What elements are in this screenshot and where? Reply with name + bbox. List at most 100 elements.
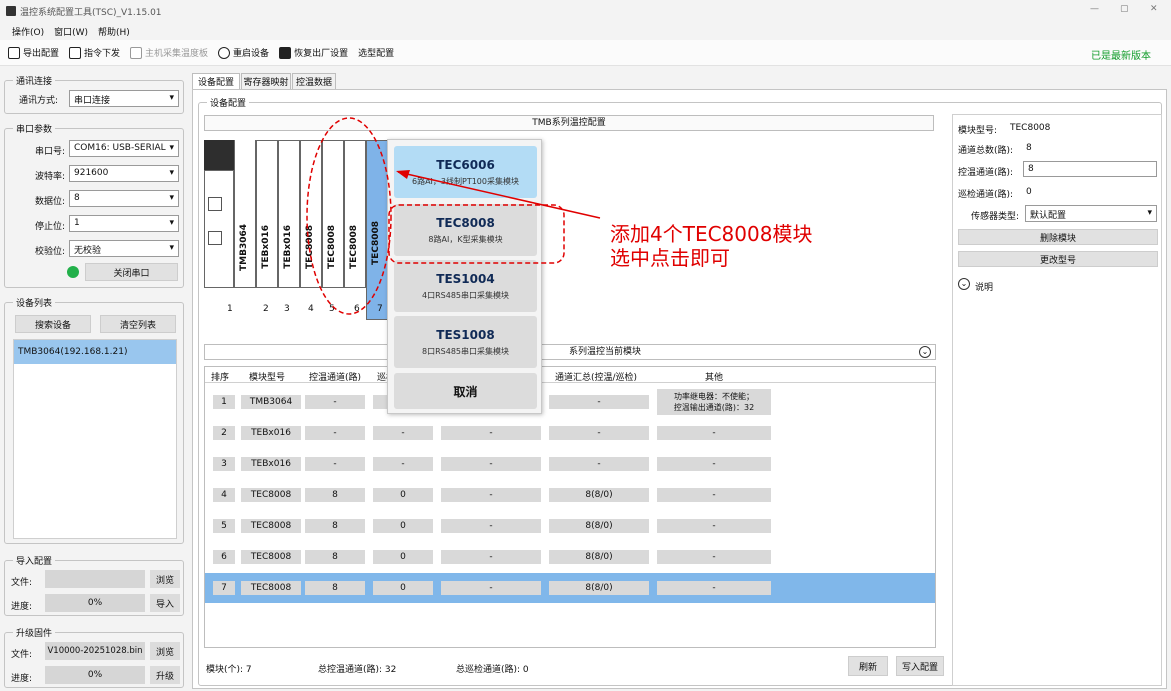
table-cell-other: -	[657, 519, 771, 533]
collapse-icon[interactable]: ⌄	[919, 346, 931, 358]
popup-option-tes1004[interactable]: TES1004 4口RS485串口采集模块	[394, 260, 537, 312]
close-port-button[interactable]: 关闭串口	[85, 263, 178, 281]
table-cell-insp: -	[373, 457, 433, 471]
module-2[interactable]: TEBx016	[256, 140, 278, 288]
upgrade-group-title: 升级固件	[13, 626, 56, 639]
tab-register-map[interactable]: 寄存器映射	[241, 73, 291, 89]
close-button[interactable]: ✕	[1150, 4, 1158, 14]
annotation-line2: 选中点击即可	[610, 246, 730, 270]
table-row[interactable]: 3 TEBx016- - - - -	[205, 449, 935, 479]
refresh-button[interactable]: 刷新	[848, 656, 888, 676]
model-label: 模块型号:	[958, 126, 998, 136]
module-2-name: TEBx016	[261, 225, 271, 269]
tab-temp-data[interactable]: 控温数据	[292, 73, 336, 89]
baud-select[interactable]: 921600	[69, 165, 179, 182]
command-send-button[interactable]: 指令下发	[69, 46, 120, 59]
menu-help[interactable]: 帮助(H)	[98, 25, 130, 38]
table-cell-model: TMB3064	[241, 395, 301, 409]
table-row[interactable]: 6 TEC8008 8 0-8(8/0) -	[205, 542, 935, 572]
parity-select[interactable]: 无校验	[69, 240, 179, 257]
delete-module-button[interactable]: 删除模块	[958, 229, 1158, 245]
connection-status-indicator	[67, 266, 79, 278]
expand-icon[interactable]: ⌄	[958, 278, 970, 290]
stopbits-select[interactable]: 1	[69, 215, 179, 232]
table-cell-sum: 8(8/0)	[549, 550, 649, 564]
insp-label: 巡检通道(路):	[958, 190, 1014, 200]
reset-icon	[279, 46, 292, 59]
current-modules-bar[interactable]: 系列温控当前模块 ⌄	[204, 344, 936, 360]
upgrade-browse-button[interactable]: 浏览	[150, 642, 180, 660]
comm-mode-select[interactable]: 串口连接	[69, 90, 179, 107]
table-cell-n: 7	[213, 581, 235, 595]
table-row[interactable]: 5 TEC8008 8 0-8(8/0) -	[205, 511, 935, 541]
module-5[interactable]: TEC8008	[322, 140, 344, 288]
tab-device-config[interactable]: 设备配置	[192, 73, 240, 89]
module-4[interactable]: TEC8008	[300, 140, 322, 288]
restart-device-button[interactable]: 重启设备	[218, 46, 269, 59]
table-cell-ctrl: -	[305, 426, 365, 440]
popup-option-tec6006[interactable]: TEC6006 6路AI，3线制PT100采集模块	[394, 146, 537, 198]
module-4-name: TEC8008	[305, 225, 315, 269]
insp-value: 0	[1026, 187, 1032, 197]
total-label: 通道总数(路):	[958, 146, 1014, 156]
import-file-field[interactable]	[45, 570, 145, 588]
export-icon	[8, 46, 20, 59]
upgrade-file-field[interactable]: V10000-20251028.bin	[45, 642, 145, 660]
popup-cancel-button[interactable]: 取消	[394, 373, 537, 409]
table-cell-n: 6	[213, 550, 235, 564]
table-row[interactable]: 7 TEC8008 8 0-8(8/0) -	[205, 573, 935, 603]
module-number: 1	[227, 304, 233, 314]
import-browse-button[interactable]: 浏览	[150, 570, 180, 588]
factory-reset-button[interactable]: 恢复出厂设置	[279, 46, 348, 59]
table-cell-sum: 8(8/0)	[549, 519, 649, 533]
module-3-name: TEBx016	[283, 225, 293, 269]
device-list-item[interactable]: TMB3064(192.168.1.21)	[14, 340, 176, 364]
menu-window[interactable]: 窗口(W)	[54, 25, 88, 38]
table-header: 排序 模块型号 控温通道(路) 巡检 通道汇总(控温/巡检) 其他	[205, 367, 935, 383]
table-row[interactable]: 4 TEC8008 8 0-8(8/0) -	[205, 480, 935, 510]
select-config-button[interactable]: 选型配置	[358, 46, 394, 59]
popup-option-tec8008[interactable]: TEC8008 8路AI，K型采集模块	[394, 204, 537, 256]
menu-operate[interactable]: 操作(O)	[12, 25, 44, 38]
table-row[interactable]: 1TMB3064---功率继电器：不使能； 控温输出通道(路)：32	[205, 387, 935, 417]
table-row[interactable]: 2 TEBx016- - - - -	[205, 418, 935, 448]
ctrl-input[interactable]: 8	[1023, 161, 1157, 177]
change-model-button[interactable]: 更改型号	[958, 251, 1158, 267]
ethernet-port-icon	[208, 231, 222, 245]
table-cell-n: 4	[213, 488, 235, 502]
serial-group: 串口参数 串口号: COM16: USB-SERIAL 波特率: 921600 …	[4, 122, 184, 288]
clear-list-button[interactable]: 清空列表	[100, 315, 176, 333]
import-group: 导入配置 文件: 浏览 进度: 0% 导入	[4, 554, 184, 616]
module-1-label-panel[interactable]: TMB3064	[234, 140, 256, 288]
popup-option-tes1008[interactable]: TES1008 8口RS485串口采集模块	[394, 316, 537, 368]
port-select[interactable]: COM16: USB-SERIAL	[69, 140, 179, 157]
host-board-button[interactable]: 主机采集温度板	[130, 46, 208, 59]
export-config-button[interactable]: 导出配置	[8, 46, 59, 59]
module-1-name: TMB3064	[239, 224, 249, 272]
upgrade-file-label: 文件:	[11, 650, 33, 660]
note-label[interactable]: 说明	[975, 280, 993, 293]
sensor-select[interactable]: 默认配置	[1025, 205, 1157, 222]
tab-strip: 设备配置 寄存器映射 控温数据	[192, 73, 336, 89]
table-cell-model: TEC8008	[241, 550, 301, 564]
module-7-selected[interactable]: TEC8008	[366, 140, 388, 320]
minimize-button[interactable]: —	[1090, 4, 1099, 14]
ethernet-port-icon	[208, 197, 222, 211]
comm-group-title: 通讯连接	[13, 74, 56, 87]
write-config-button[interactable]: 写入配置	[896, 656, 944, 676]
module-popup: TEC6006 6路AI，3线制PT100采集模块 TEC8008 8路AI，K型采…	[387, 139, 542, 414]
databits-select[interactable]: 8	[69, 190, 179, 207]
serial-group-title: 串口参数	[13, 122, 56, 135]
module-6[interactable]: TEC8008	[344, 140, 366, 288]
restore-button[interactable]: ▢	[1120, 4, 1129, 14]
module-3[interactable]: TEBx016	[278, 140, 300, 288]
restart-icon	[218, 46, 231, 59]
search-device-button[interactable]: 搜索设备	[15, 315, 91, 333]
module-number: 6	[354, 304, 360, 314]
table-cell-n: 5	[213, 519, 235, 533]
table-cell-sum: -	[549, 426, 649, 440]
upgrade-button[interactable]: 升级	[150, 666, 180, 684]
module-1[interactable]	[204, 170, 234, 288]
table-cell-other: -	[657, 550, 771, 564]
import-button[interactable]: 导入	[150, 594, 180, 612]
